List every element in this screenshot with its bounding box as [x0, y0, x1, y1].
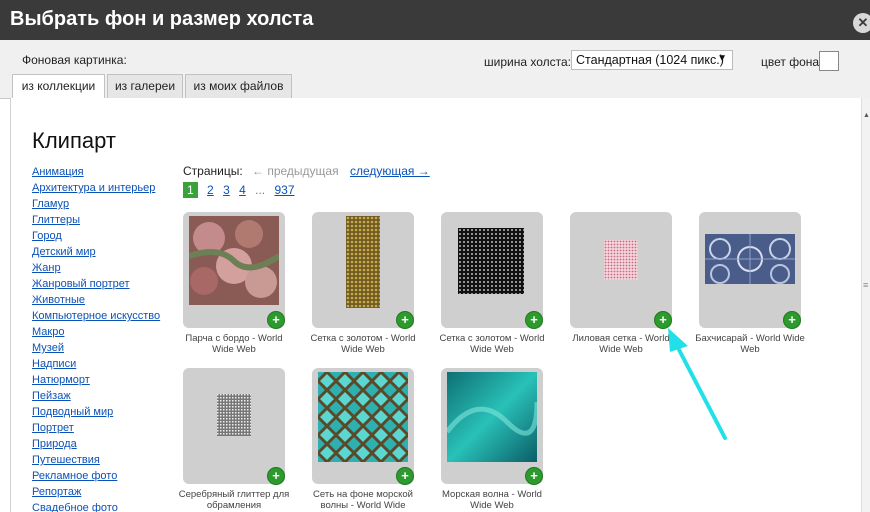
pointer-arrow-icon — [668, 328, 727, 440]
